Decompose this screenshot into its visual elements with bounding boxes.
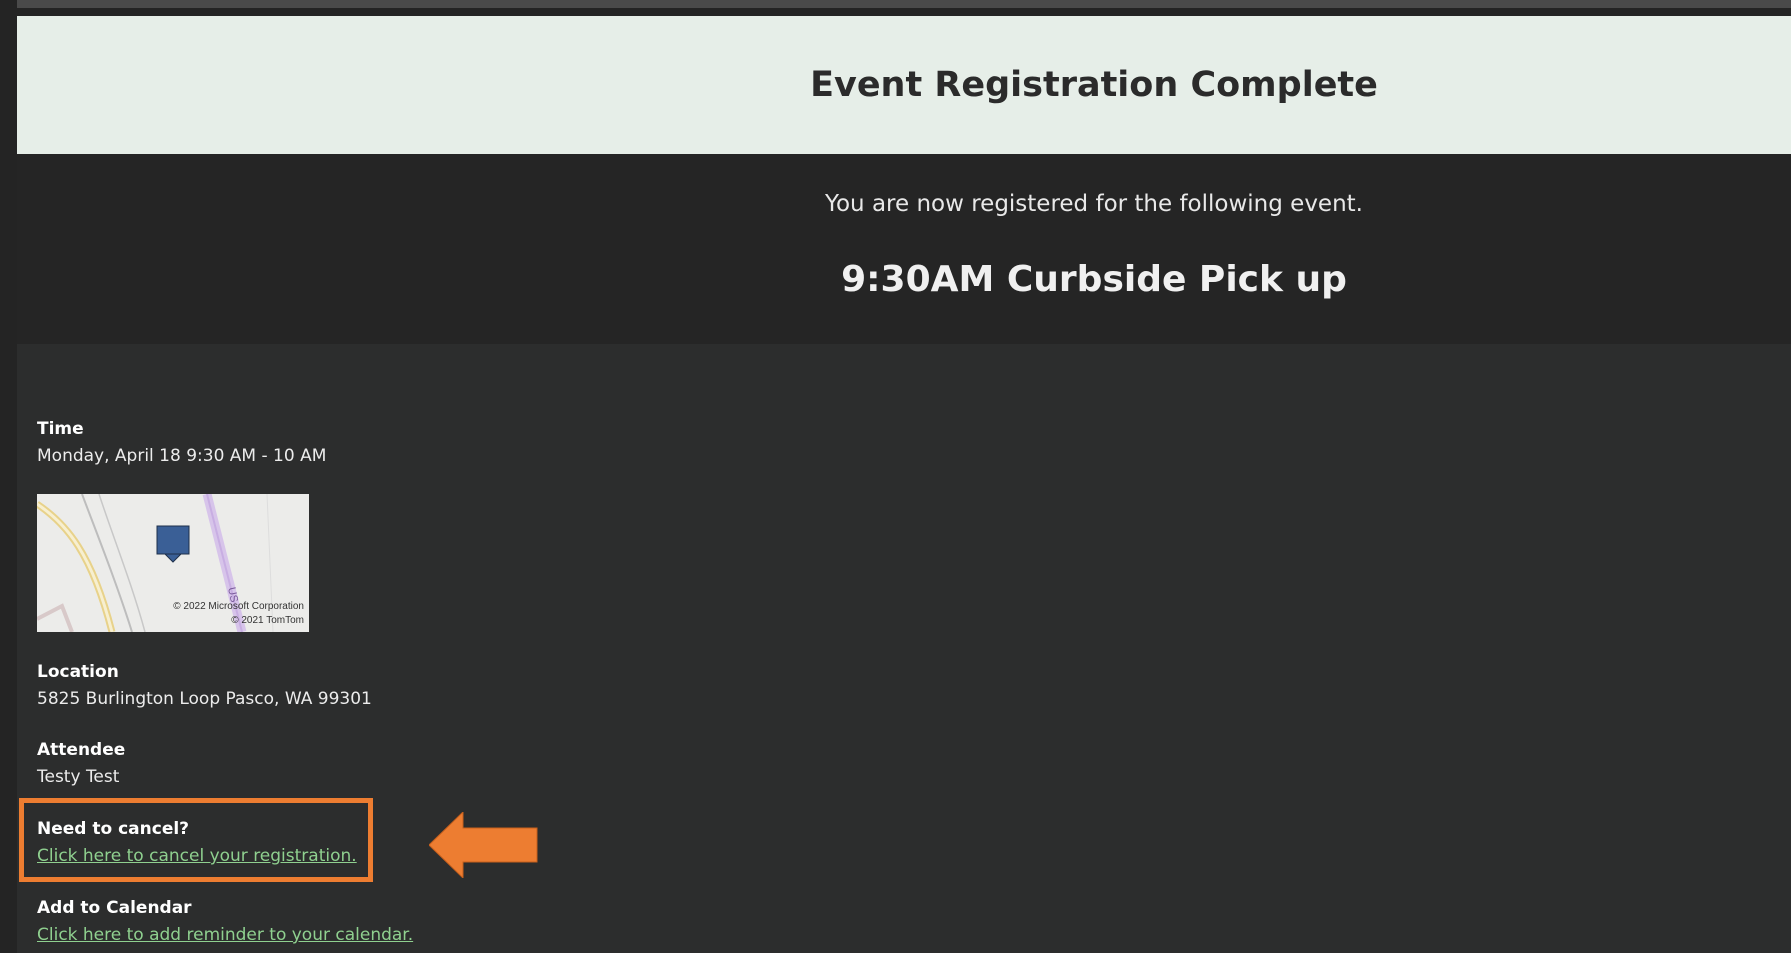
location-value: 5825 Burlington Loop Pasco, WA 99301 xyxy=(37,689,372,709)
add-to-calendar-link[interactable]: Click here to add reminder to your calen… xyxy=(37,925,413,945)
arrow-left-icon xyxy=(429,812,538,878)
confirmation-message: You are now registered for the following… xyxy=(824,191,1363,217)
time-label: Time xyxy=(37,419,84,439)
map-copyright-tomtom: © 2021 TomTom xyxy=(231,615,304,626)
cancel-highlight-box xyxy=(19,798,373,882)
page-frame: Event Registration Complete You are now … xyxy=(0,0,1791,953)
calendar-label: Add to Calendar xyxy=(37,898,192,918)
location-map[interactable]: US © 2022 Microsoft Corporation © 2021 T… xyxy=(37,494,309,632)
top-border xyxy=(17,0,1791,8)
intro-section: You are now registered for the following… xyxy=(17,154,1791,344)
map-copyright-microsoft: © 2022 Microsoft Corporation xyxy=(173,601,304,612)
event-title: 9:30AM Curbside Pick up xyxy=(841,259,1347,300)
attendee-label: Attendee xyxy=(37,740,126,760)
header-banner: Event Registration Complete xyxy=(17,16,1791,154)
page-title: Event Registration Complete xyxy=(810,65,1378,105)
attendee-value: Testy Test xyxy=(37,767,120,787)
time-value: Monday, April 18 9:30 AM - 10 AM xyxy=(37,446,327,466)
location-label: Location xyxy=(37,662,119,682)
